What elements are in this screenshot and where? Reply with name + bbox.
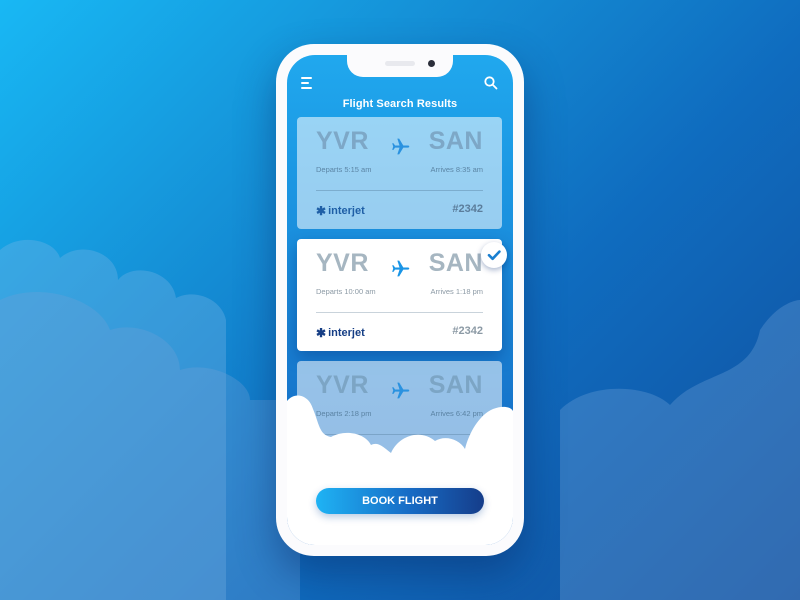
airline-star-icon: ✱ — [316, 448, 327, 462]
airline-star-icon: ✱ — [316, 326, 327, 340]
flight-card[interactable]: YVR SAN Departs 5:15 am Arrives 8:35 am … — [297, 117, 502, 229]
destination-code: SAN — [428, 249, 483, 277]
search-icon[interactable] — [483, 75, 499, 91]
app-screen: Flight Search Results YVR SAN Departs 5:… — [287, 55, 513, 545]
card-divider — [316, 312, 483, 313]
airplane-icon — [392, 260, 410, 277]
arrival-time: Arrives 1:18 pm — [430, 287, 483, 296]
airplane-icon — [392, 138, 410, 155]
card-divider — [316, 190, 483, 191]
departure-time: Departs 10:00 am — [316, 287, 376, 296]
phone-notch — [347, 55, 453, 77]
flight-number: #2342 — [452, 447, 483, 459]
page-title: Flight Search Results — [342, 98, 458, 110]
airline-logo: ✱ interjet — [316, 326, 365, 340]
airline-star-icon: ✱ — [316, 204, 327, 218]
departure-time: Departs 5:15 am — [316, 165, 372, 174]
arrival-time: Arrives 6:42 pm — [430, 409, 483, 418]
book-flight-button[interactable]: BOOK FLIGHT — [316, 488, 484, 514]
airplane-icon — [392, 382, 410, 399]
departure-time: Departs 2:18 pm — [316, 409, 372, 418]
hamburger-menu-icon[interactable] — [301, 77, 315, 89]
airline-name: interjet — [328, 449, 365, 461]
origin-code: YVR — [316, 127, 369, 155]
phone-frame: Flight Search Results YVR SAN Departs 5:… — [276, 44, 524, 556]
flight-card-selected[interactable]: YVR SAN Departs 10:00 am Arrives 1:18 pm… — [297, 239, 502, 351]
speaker-grille — [385, 61, 415, 66]
selected-check-icon — [481, 242, 507, 268]
front-camera — [428, 60, 435, 67]
origin-code: YVR — [316, 371, 369, 399]
flight-card[interactable]: YVR SAN Departs 2:18 pm Arrives 6:42 pm … — [297, 361, 502, 473]
arrival-time: Arrives 8:35 am — [430, 165, 483, 174]
card-divider — [316, 434, 483, 435]
destination-code: SAN — [428, 127, 483, 155]
flight-number: #2342 — [452, 203, 483, 215]
origin-code: YVR — [316, 249, 369, 277]
airline-name: interjet — [328, 205, 365, 217]
flight-number: #2342 — [452, 325, 483, 337]
destination-code: SAN — [428, 371, 483, 399]
airline-logo: ✱ interjet — [316, 448, 365, 462]
airline-logo: ✱ interjet — [316, 204, 365, 218]
airline-name: interjet — [328, 327, 365, 339]
